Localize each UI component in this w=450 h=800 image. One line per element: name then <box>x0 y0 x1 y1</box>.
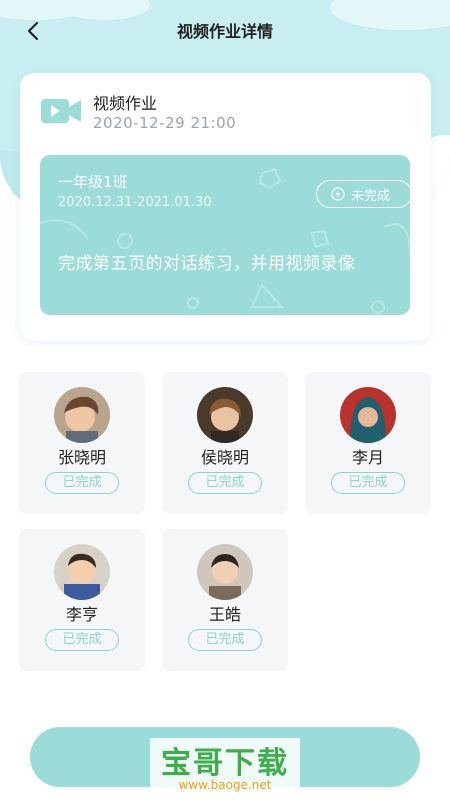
avatar <box>197 544 253 600</box>
video-camera-icon <box>41 99 81 123</box>
student-card[interactable]: 王皓 已完成 <box>162 529 288 671</box>
status-label: 未完成 <box>351 188 391 204</box>
status-badge: 未完成 <box>316 180 410 208</box>
avatar <box>54 544 110 600</box>
task-description: 完成第五页的对话练习，并用视频录像 <box>58 254 356 274</box>
student-card[interactable]: 侯晓明 已完成 <box>162 372 288 514</box>
student-name: 张晓明 <box>57 448 106 467</box>
student-status-badge: 已完成 <box>188 629 262 651</box>
student-status-badge: 已完成 <box>45 629 119 651</box>
student-card[interactable]: 李亨 已完成 <box>19 529 145 671</box>
student-card[interactable]: 张晓明 已完成 <box>19 372 145 514</box>
date-range: 2020.12.31-2021.01.30 <box>58 195 212 210</box>
chevron-left-icon <box>27 21 39 41</box>
student-name: 李月 <box>351 448 384 467</box>
nav-bar: 视频作业详情 <box>0 0 450 60</box>
student-name: 侯晓明 <box>200 448 249 467</box>
watermark: 宝哥下载 www.baoge.net <box>150 738 300 800</box>
student-name: 王皓 <box>208 605 241 624</box>
watermark-url: www.baoge.net <box>178 778 272 792</box>
back-button[interactable] <box>18 16 48 46</box>
student-status-badge: 已完成 <box>188 472 262 494</box>
watermark-text: 宝哥下载 <box>161 746 289 781</box>
homework-card: 视频作业 2020-12-29 21:00 一年级1班 2020.12.31-2… <box>20 73 431 341</box>
lightning-icon <box>331 187 345 201</box>
student-status-badge: 已完成 <box>331 472 405 494</box>
class-name: 一年级1班 <box>58 173 128 191</box>
student-status-badge: 已完成 <box>45 472 119 494</box>
student-name: 李亨 <box>65 605 98 624</box>
student-card[interactable]: 李月 已完成 <box>305 372 431 514</box>
homework-datetime: 2020-12-29 21:00 <box>93 114 237 132</box>
task-panel: 一年级1班 2020.12.31-2021.01.30 未完成 完成第五页的对话… <box>40 155 410 315</box>
avatar <box>54 387 110 443</box>
avatar <box>197 387 253 443</box>
homework-type: 视频作业 <box>93 94 158 113</box>
page-title: 视频作业详情 <box>176 22 273 41</box>
avatar <box>340 387 396 443</box>
